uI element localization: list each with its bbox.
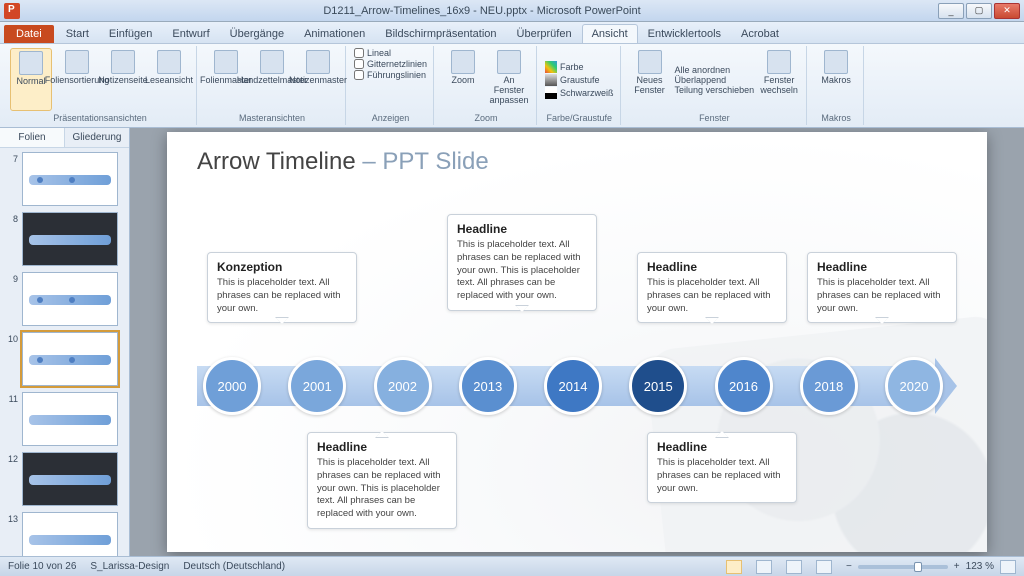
slide-thumb[interactable] xyxy=(22,152,118,206)
slide-title[interactable]: Arrow Timeline – PPT Slide xyxy=(197,148,489,176)
tab-design[interactable]: Entwurf xyxy=(162,24,219,43)
handout-master-button[interactable]: Handzettelmaster xyxy=(251,48,293,111)
zoom-value[interactable]: 123 % xyxy=(966,561,994,572)
group-label: Präsentationsansichten xyxy=(10,111,190,125)
statusbar: Folie 10 von 26 S_Larissa-Design Deutsch… xyxy=(0,556,1024,576)
timeline-node[interactable]: 2018 xyxy=(800,357,858,415)
group-label: Farbe/Graustufe xyxy=(545,111,614,125)
callout-konzeption[interactable]: KonzeptionThis is placeholder text. All … xyxy=(207,252,357,323)
timeline-node[interactable]: 2013 xyxy=(459,357,517,415)
group-label: Makros xyxy=(815,111,857,125)
notes-master-button[interactable]: Notizenmaster xyxy=(297,48,339,111)
ribbon-tabstrip: Datei Start Einfügen Entwurf Übergänge A… xyxy=(0,22,1024,44)
callout-headline-2016[interactable]: HeadlineThis is placeholder text. All ph… xyxy=(647,432,797,503)
guides-check[interactable]: Führungslinien xyxy=(354,70,427,80)
language-label[interactable]: Deutsch (Deutschland) xyxy=(183,561,285,572)
callout-headline-2013[interactable]: HeadlineThis is placeholder text. All ph… xyxy=(447,214,597,311)
slide-thumb[interactable] xyxy=(22,272,118,326)
group-label: Anzeigen xyxy=(354,111,427,125)
tab-animations[interactable]: Animationen xyxy=(294,24,375,43)
fit-window-button[interactable]: An Fenster anpassen xyxy=(488,48,530,111)
tab-insert[interactable]: Einfügen xyxy=(99,24,162,43)
zoom-slider[interactable] xyxy=(858,565,948,569)
slide-counter: Folie 10 von 26 xyxy=(8,561,76,572)
slideshow-view-icon[interactable] xyxy=(816,560,832,574)
slide-thumb[interactable] xyxy=(22,212,118,266)
slide-thumb[interactable] xyxy=(22,512,118,556)
titlebar: D1211_Arrow-Timelines_16x9 - NEU.pptx - … xyxy=(0,0,1024,22)
switch-window-button[interactable]: Fenster wechseln xyxy=(758,48,800,111)
ruler-check[interactable]: Lineal xyxy=(354,48,427,58)
group-label: Masteransichten xyxy=(205,111,339,125)
tab-transitions[interactable]: Übergänge xyxy=(220,24,294,43)
zoom-button[interactable]: Zoom xyxy=(442,48,484,111)
minimize-button[interactable]: _ xyxy=(938,3,964,19)
bw-button[interactable]: Schwarzweiß xyxy=(545,87,614,99)
outline-tab[interactable]: Gliederung xyxy=(65,128,129,147)
author-label: S_Larissa-Design xyxy=(90,561,169,572)
callout-headline-2001[interactable]: HeadlineThis is placeholder text. All ph… xyxy=(307,432,457,529)
thumbnail-list[interactable]: 7 8 9 10 11 12 13 14 15 xyxy=(0,148,129,556)
fit-to-window-icon[interactable] xyxy=(1000,560,1016,574)
slide-thumb[interactable] xyxy=(22,392,118,446)
slide[interactable]: Arrow Timeline – PPT Slide KonzeptionThi… xyxy=(167,132,987,552)
sorter-view-icon[interactable] xyxy=(756,560,772,574)
arrange-windows-stack[interactable]: Alle anordnen Überlappend Teilung versch… xyxy=(675,48,755,111)
slides-tab[interactable]: Folien xyxy=(0,128,65,147)
window-title: D1211_Arrow-Timelines_16x9 - NEU.pptx - … xyxy=(26,5,938,17)
tab-review[interactable]: Überprüfen xyxy=(507,24,582,43)
timeline-node[interactable]: 2000 xyxy=(203,357,261,415)
tab-slideshow[interactable]: Bildschirmpräsentation xyxy=(375,24,506,43)
slide-panel: Folien Gliederung 7 8 9 10 11 12 13 14 1… xyxy=(0,128,130,556)
reading-view-button[interactable]: Leseansicht xyxy=(148,48,190,111)
tab-developer[interactable]: Entwicklertools xyxy=(638,24,731,43)
file-tab[interactable]: Datei xyxy=(4,25,54,43)
macros-button[interactable]: Makros xyxy=(815,48,857,111)
normal-view-icon[interactable] xyxy=(726,560,742,574)
reading-view-icon[interactable] xyxy=(786,560,802,574)
powerpoint-icon xyxy=(4,3,20,19)
tab-view[interactable]: Ansicht xyxy=(582,24,638,43)
color-button[interactable]: Farbe xyxy=(545,61,614,73)
timeline-node[interactable]: 2001 xyxy=(288,357,346,415)
group-label: Fenster xyxy=(629,111,801,125)
notes-view-button[interactable]: Notizenseite xyxy=(102,48,144,111)
timeline-node[interactable]: 2015 xyxy=(629,357,687,415)
timeline-node[interactable]: 2016 xyxy=(715,357,773,415)
tab-acrobat[interactable]: Acrobat xyxy=(731,24,789,43)
timeline-node[interactable]: 2020 xyxy=(885,357,943,415)
zoom-in-button[interactable]: + xyxy=(954,561,960,572)
slide-thumb[interactable] xyxy=(22,452,118,506)
gridlines-check[interactable]: Gitternetzlinien xyxy=(354,59,427,69)
ribbon: Normal Foliensortierung Notizenseite Les… xyxy=(0,44,1024,128)
tab-start[interactable]: Start xyxy=(56,24,99,43)
sorter-view-button[interactable]: Foliensortierung xyxy=(56,48,98,111)
grayscale-button[interactable]: Graustufe xyxy=(545,74,614,86)
timeline-arrow[interactable]: 2000 2001 2002 2013 2014 2015 2016 2018 … xyxy=(197,358,957,414)
slide-canvas[interactable]: Arrow Timeline – PPT Slide KonzeptionThi… xyxy=(130,128,1024,556)
slide-thumb[interactable] xyxy=(22,332,118,386)
zoom-out-button[interactable]: − xyxy=(846,561,852,572)
new-window-button[interactable]: Neues Fenster xyxy=(629,48,671,111)
callout-headline-2020[interactable]: HeadlineThis is placeholder text. All ph… xyxy=(807,252,957,323)
timeline-node[interactable]: 2002 xyxy=(374,357,432,415)
group-label: Zoom xyxy=(442,111,530,125)
maximize-button[interactable]: ▢ xyxy=(966,3,992,19)
callout-headline-2015[interactable]: HeadlineThis is placeholder text. All ph… xyxy=(637,252,787,323)
timeline-node[interactable]: 2014 xyxy=(544,357,602,415)
close-button[interactable]: ✕ xyxy=(994,3,1020,19)
